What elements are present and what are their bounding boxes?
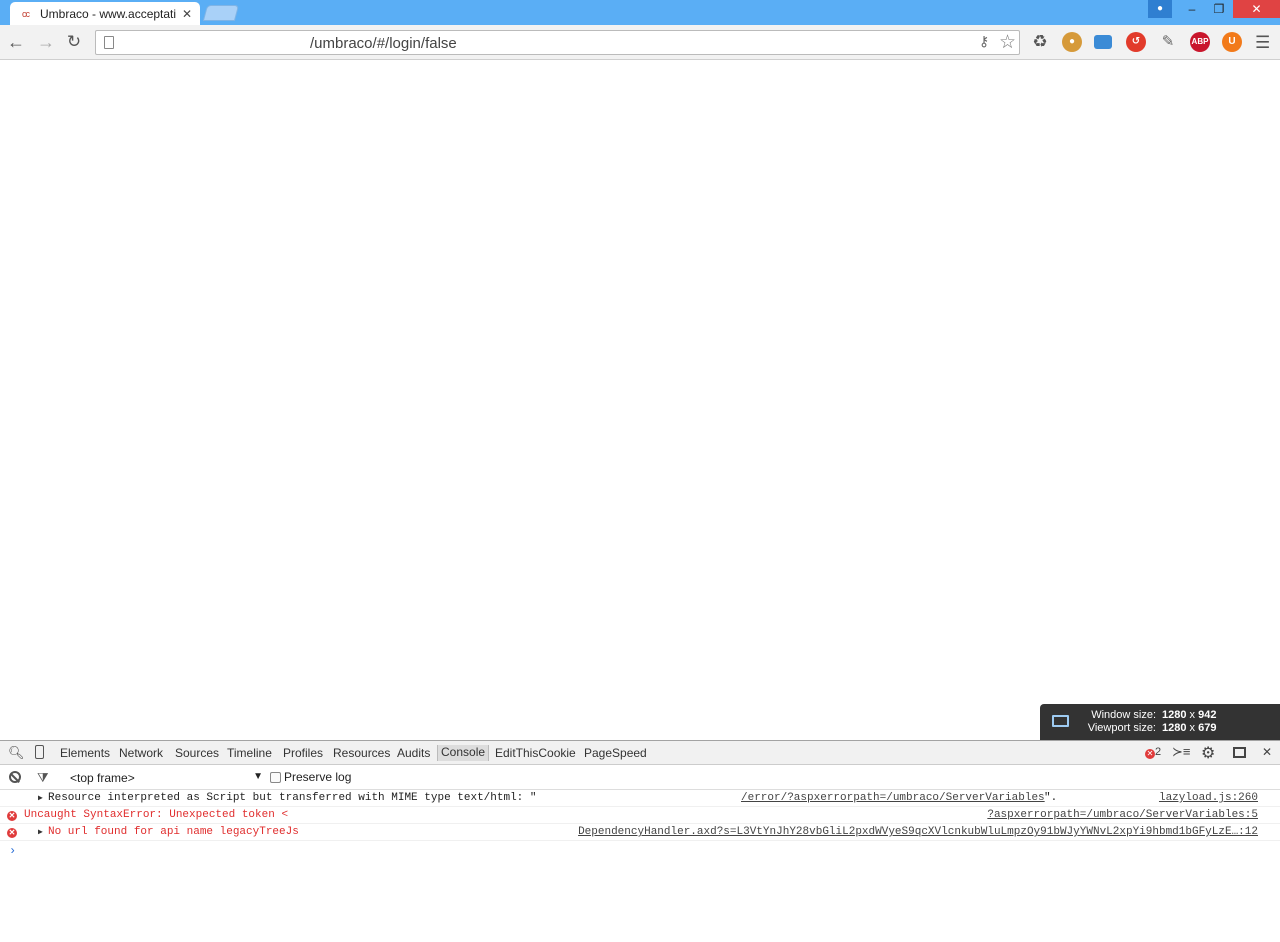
message-source-link[interactable]: lazyload.js:260 — [1159, 790, 1258, 807]
tab-editthiscookie[interactable]: EditThisCookie — [495, 746, 576, 760]
title-bar: cc Umbraco - www.acceptati ✕ ● – ❐ ✕ — [0, 0, 1280, 25]
message-text: Uncaught SyntaxError: Unexpected token < — [24, 809, 289, 821]
dock-side-icon[interactable] — [1233, 747, 1246, 758]
preserve-log-checkbox[interactable]: Preserve log — [270, 770, 351, 784]
checkbox-box[interactable] — [270, 772, 281, 783]
window-size-x: x — [1189, 709, 1196, 721]
message-text: No url found for api name legacyTreeJs — [48, 826, 299, 838]
folder-extension-icon[interactable] — [1094, 35, 1112, 49]
reload-button[interactable]: ↻ — [64, 32, 84, 52]
show-drawer-icon[interactable]: ≻≡ — [1172, 744, 1190, 760]
tab-elements[interactable]: Elements — [60, 746, 110, 760]
tab-profiles[interactable]: Profiles — [283, 746, 323, 760]
restore-button[interactable]: ❐ — [1205, 0, 1233, 18]
inspect-search-icon[interactable]: 🔍︎ — [8, 745, 25, 761]
window-size-overlay: Window size: 1280 x 942 Viewport size: 128… — [1040, 704, 1280, 740]
viewport-size-row: Viewport size: 1280 x 679 — [1080, 722, 1270, 734]
tab-timeline[interactable]: Timeline — [227, 746, 272, 760]
forward-button[interactable]: → — [36, 32, 56, 52]
tab-audits[interactable]: Audits — [397, 746, 430, 760]
key-icon[interactable]: ⚷ — [979, 33, 989, 50]
address-url[interactable]: /umbraco/#/login/false — [310, 35, 457, 52]
expand-triangle-icon[interactable]: ▶ — [38, 824, 43, 841]
chrome-menu-icon[interactable]: ☰ — [1255, 33, 1270, 53]
frame-selector[interactable]: <top frame> ▼ — [70, 771, 265, 785]
window-height: 942 — [1198, 709, 1217, 721]
error-counter[interactable]: ✕ 2 — [1145, 746, 1161, 759]
error-icon: ✕ — [7, 828, 17, 838]
monitor-icon — [1052, 715, 1069, 727]
recycle-extension-icon[interactable]: ♻ — [1030, 32, 1050, 52]
red-extension-icon[interactable]: ↺ — [1126, 32, 1146, 52]
tab-close-icon[interactable]: ✕ — [182, 7, 192, 21]
error-icon: ✕ — [7, 811, 17, 821]
clear-console-icon[interactable] — [9, 771, 21, 783]
back-button[interactable]: ← — [6, 32, 26, 52]
page-icon — [104, 36, 114, 49]
tab-resources[interactable]: Resources — [333, 746, 390, 760]
devtools-panel: 🔍︎ Elements Network Sources Timeline Pro… — [0, 740, 1280, 942]
console-message: ✕ Uncaught SyntaxError: Unexpected token… — [0, 807, 1280, 824]
minimize-button[interactable]: – — [1178, 0, 1206, 18]
tab-console[interactable]: Console — [437, 745, 490, 761]
message-link[interactable]: /error/?aspxerrorpath=/umbraco/ServerVar… — [741, 790, 1045, 807]
tab-network[interactable]: Network — [119, 746, 163, 760]
cookie-extension-icon[interactable]: ● — [1062, 32, 1082, 52]
window-size-row: Window size: 1280 x 942 — [1080, 709, 1270, 721]
console-message: ✕ ▶ No url found for api name legacyTree… — [0, 824, 1280, 841]
new-tab-button[interactable] — [202, 5, 240, 21]
message-source-link[interactable]: ?aspxerrorpath=/umbraco/ServerVariables:… — [987, 807, 1258, 824]
error-count: 2 — [1155, 746, 1162, 758]
message-suffix: ". — [1044, 792, 1058, 804]
orange-extension-icon[interactable]: U — [1222, 32, 1242, 52]
tab-title: Umbraco - www.acceptati — [40, 6, 177, 21]
address-bar[interactable]: /umbraco/#/login/false ⚷ ☆ — [95, 30, 1020, 55]
message-text: Resource interpreted as Script but trans… — [48, 792, 537, 804]
profile-icon[interactable]: ● — [1148, 0, 1172, 18]
console-message: ▶ Resource interpreted as Script but tra… — [0, 790, 1280, 807]
preserve-log-label: Preserve log — [284, 770, 352, 784]
umbraco-favicon-icon: cc — [22, 8, 30, 19]
console-prompt[interactable]: › — [9, 844, 16, 858]
window-width: 1280 — [1162, 709, 1187, 721]
frame-selector-value: <top frame> — [70, 771, 135, 785]
edit-extension-icon[interactable]: ✎ — [1158, 32, 1178, 52]
bookmark-star-icon[interactable]: ☆ — [999, 31, 1016, 54]
message-source-link[interactable]: DependencyHandler.axd?s=L3VtYnJhY28vbGli… — [578, 824, 1258, 841]
browser-tab[interactable]: cc Umbraco - www.acceptati ✕ — [10, 2, 200, 25]
viewport-width: 1280 — [1162, 722, 1187, 734]
devtools-tabbar: 🔍︎ Elements Network Sources Timeline Pro… — [0, 741, 1280, 765]
viewport-height: 679 — [1198, 722, 1217, 734]
tab-pagespeed[interactable]: PageSpeed — [584, 746, 647, 760]
console-filterbar: ⧩ <top frame> ▼ Preserve log — [0, 765, 1280, 790]
expand-triangle-icon[interactable]: ▶ — [38, 790, 43, 807]
error-icon: ✕ — [1145, 749, 1155, 759]
devtools-close-icon[interactable]: ✕ — [1262, 745, 1272, 759]
tab-sources[interactable]: Sources — [175, 746, 219, 760]
adblock-plus-icon[interactable]: ABP — [1190, 32, 1210, 52]
dropdown-arrow-icon: ▼ — [253, 771, 263, 782]
filter-icon[interactable]: ⧩ — [37, 770, 49, 786]
browser-toolbar: ← → ↻ /umbraco/#/login/false ⚷ ☆ ♻ ● ↺ ✎… — [0, 25, 1280, 60]
console-messages: ▶ Resource interpreted as Script but tra… — [0, 790, 1280, 858]
window-size-label: Window size: — [1091, 709, 1156, 721]
device-mode-icon[interactable] — [35, 745, 44, 759]
close-window-button[interactable]: ✕ — [1233, 0, 1280, 18]
viewport-size-label: Viewport size: — [1087, 722, 1156, 734]
settings-gear-icon[interactable]: ⚙ — [1201, 743, 1215, 763]
page-content — [0, 61, 1280, 741]
viewport-size-x: x — [1189, 722, 1196, 734]
